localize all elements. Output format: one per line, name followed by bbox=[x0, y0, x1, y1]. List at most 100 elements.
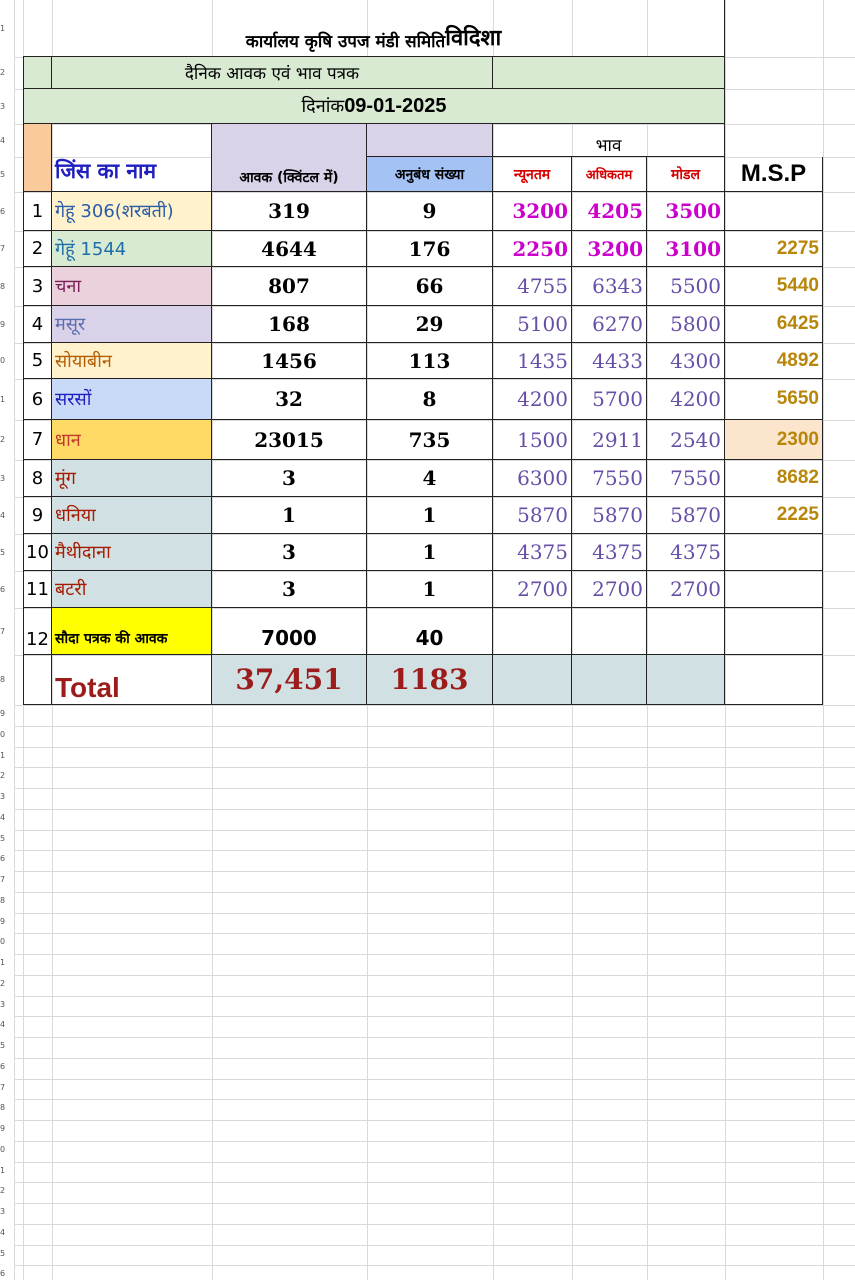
sauda-max[interactable] bbox=[572, 608, 647, 655]
commodity-name[interactable]: धान bbox=[52, 420, 212, 460]
msp-value[interactable] bbox=[725, 192, 823, 231]
min-price[interactable]: 4200 bbox=[493, 379, 572, 420]
commodity-name[interactable]: बटरी bbox=[52, 571, 212, 608]
modal-price[interactable]: 3100 bbox=[647, 231, 725, 267]
sauda-contracts[interactable]: 40 bbox=[367, 608, 493, 655]
modal-price[interactable]: 3500 bbox=[647, 192, 725, 231]
contracts-value[interactable]: 113 bbox=[367, 343, 493, 379]
commodity-name[interactable]: मसूर bbox=[52, 306, 212, 343]
min-header[interactable]: न्यूनतम bbox=[493, 157, 572, 192]
modal-price[interactable]: 4300 bbox=[647, 343, 725, 379]
arrival-value[interactable]: 1456 bbox=[212, 343, 367, 379]
msp-value[interactable]: 2275 bbox=[725, 231, 823, 267]
contracts-value[interactable]: 29 bbox=[367, 306, 493, 343]
commodity-name[interactable]: मूंग bbox=[52, 460, 212, 497]
arrival-header[interactable]: आवक (क्विंटल में) bbox=[212, 124, 367, 192]
sauda-min[interactable] bbox=[493, 608, 572, 655]
total-label[interactable]: Total bbox=[52, 655, 212, 705]
subtitle-right-cell[interactable] bbox=[493, 57, 725, 89]
row-serial[interactable]: 11 bbox=[23, 571, 52, 608]
min-price[interactable]: 2250 bbox=[493, 231, 572, 267]
arrival-value[interactable]: 4644 bbox=[212, 231, 367, 267]
row-serial[interactable]: 4 bbox=[23, 306, 52, 343]
max-price[interactable]: 7550 bbox=[572, 460, 647, 497]
contracts-value[interactable]: 9 bbox=[367, 192, 493, 231]
commodity-name[interactable]: गेहूं 1544 bbox=[52, 231, 212, 267]
min-price[interactable]: 3200 bbox=[493, 192, 572, 231]
max-price[interactable]: 3200 bbox=[572, 231, 647, 267]
commodity-name[interactable]: मैथीदाना bbox=[52, 534, 212, 571]
msp-value[interactable] bbox=[725, 534, 823, 571]
max-header[interactable]: अधिकतम bbox=[572, 157, 647, 192]
arrival-value[interactable]: 1 bbox=[212, 497, 367, 534]
modal-price[interactable]: 5500 bbox=[647, 267, 725, 306]
msp-value[interactable]: 5650 bbox=[725, 379, 823, 420]
sauda-modal[interactable] bbox=[647, 608, 725, 655]
contracts-header-top[interactable] bbox=[367, 124, 493, 157]
contracts-value[interactable]: 66 bbox=[367, 267, 493, 306]
msp-header[interactable]: M.S.P bbox=[725, 157, 823, 192]
arrival-value[interactable]: 3 bbox=[212, 460, 367, 497]
row-serial[interactable]: 9 bbox=[23, 497, 52, 534]
commodity-name[interactable]: सरसों bbox=[52, 379, 212, 420]
msp-value[interactable]: 4892 bbox=[725, 343, 823, 379]
price-group-header[interactable]: भाव bbox=[493, 124, 725, 157]
total-contracts[interactable]: 1183 bbox=[367, 655, 493, 705]
contracts-value[interactable]: 1 bbox=[367, 534, 493, 571]
msp-value[interactable] bbox=[725, 571, 823, 608]
msp-value[interactable]: 2300 bbox=[725, 420, 823, 460]
row-serial[interactable]: 5 bbox=[23, 343, 52, 379]
arrival-value[interactable]: 3 bbox=[212, 571, 367, 608]
min-price[interactable]: 2700 bbox=[493, 571, 572, 608]
serial-header-cell[interactable] bbox=[23, 124, 52, 192]
modal-price[interactable]: 7550 bbox=[647, 460, 725, 497]
max-price[interactable]: 2911 bbox=[572, 420, 647, 460]
row-serial[interactable]: 3 bbox=[23, 267, 52, 306]
modal-price[interactable]: 4200 bbox=[647, 379, 725, 420]
total-msp[interactable] bbox=[725, 655, 823, 705]
total-arrival[interactable]: 37,451 bbox=[212, 655, 367, 705]
arrival-value[interactable]: 168 bbox=[212, 306, 367, 343]
total-serial[interactable] bbox=[23, 655, 52, 705]
msp-value[interactable]: 5440 bbox=[725, 267, 823, 306]
office-title[interactable]: कार्यालय कृषि उपज मंडी समिति विदिशा bbox=[23, 0, 725, 57]
total-min[interactable] bbox=[493, 655, 572, 705]
sauda-name[interactable]: सौदा पत्रक की आवक bbox=[52, 608, 212, 655]
commodity-name[interactable]: सोयाबीन bbox=[52, 343, 212, 379]
msp-value[interactable]: 6425 bbox=[725, 306, 823, 343]
subtitle[interactable]: दैनिक आवक एवं भाव पत्रक bbox=[52, 57, 493, 89]
arrival-value[interactable]: 3 bbox=[212, 534, 367, 571]
min-price[interactable]: 4375 bbox=[493, 534, 572, 571]
total-max[interactable] bbox=[572, 655, 647, 705]
contracts-value[interactable]: 8 bbox=[367, 379, 493, 420]
modal-price[interactable]: 5870 bbox=[647, 497, 725, 534]
min-price[interactable]: 5870 bbox=[493, 497, 572, 534]
contracts-value[interactable]: 735 bbox=[367, 420, 493, 460]
max-price[interactable]: 6270 bbox=[572, 306, 647, 343]
max-price[interactable]: 4375 bbox=[572, 534, 647, 571]
msp-value[interactable]: 2225 bbox=[725, 497, 823, 534]
commodity-name[interactable]: धनिया bbox=[52, 497, 212, 534]
row-serial[interactable]: 7 bbox=[23, 420, 52, 460]
arrival-value[interactable]: 23015 bbox=[212, 420, 367, 460]
min-price[interactable]: 6300 bbox=[493, 460, 572, 497]
arrival-value[interactable]: 319 bbox=[212, 192, 367, 231]
row-serial[interactable]: 2 bbox=[23, 231, 52, 267]
contracts-value[interactable]: 1 bbox=[367, 497, 493, 534]
arrival-value[interactable]: 32 bbox=[212, 379, 367, 420]
total-modal[interactable] bbox=[647, 655, 725, 705]
modal-price[interactable]: 2700 bbox=[647, 571, 725, 608]
sauda-msp[interactable] bbox=[725, 608, 823, 655]
contracts-header[interactable]: अनुबंध संख्या bbox=[367, 157, 493, 192]
max-price[interactable]: 5870 bbox=[572, 497, 647, 534]
max-price[interactable]: 6343 bbox=[572, 267, 647, 306]
sauda-serial[interactable]: 12 bbox=[23, 608, 52, 655]
subtitle-left-cell[interactable] bbox=[23, 57, 52, 89]
modal-price[interactable]: 2540 bbox=[647, 420, 725, 460]
date-line[interactable]: दिनांक 09-01-2025 bbox=[23, 89, 725, 124]
row-serial[interactable]: 8 bbox=[23, 460, 52, 497]
contracts-value[interactable]: 176 bbox=[367, 231, 493, 267]
modal-header[interactable]: मोडल bbox=[647, 157, 725, 192]
commodity-name[interactable]: चना bbox=[52, 267, 212, 306]
row-serial[interactable]: 6 bbox=[23, 379, 52, 420]
